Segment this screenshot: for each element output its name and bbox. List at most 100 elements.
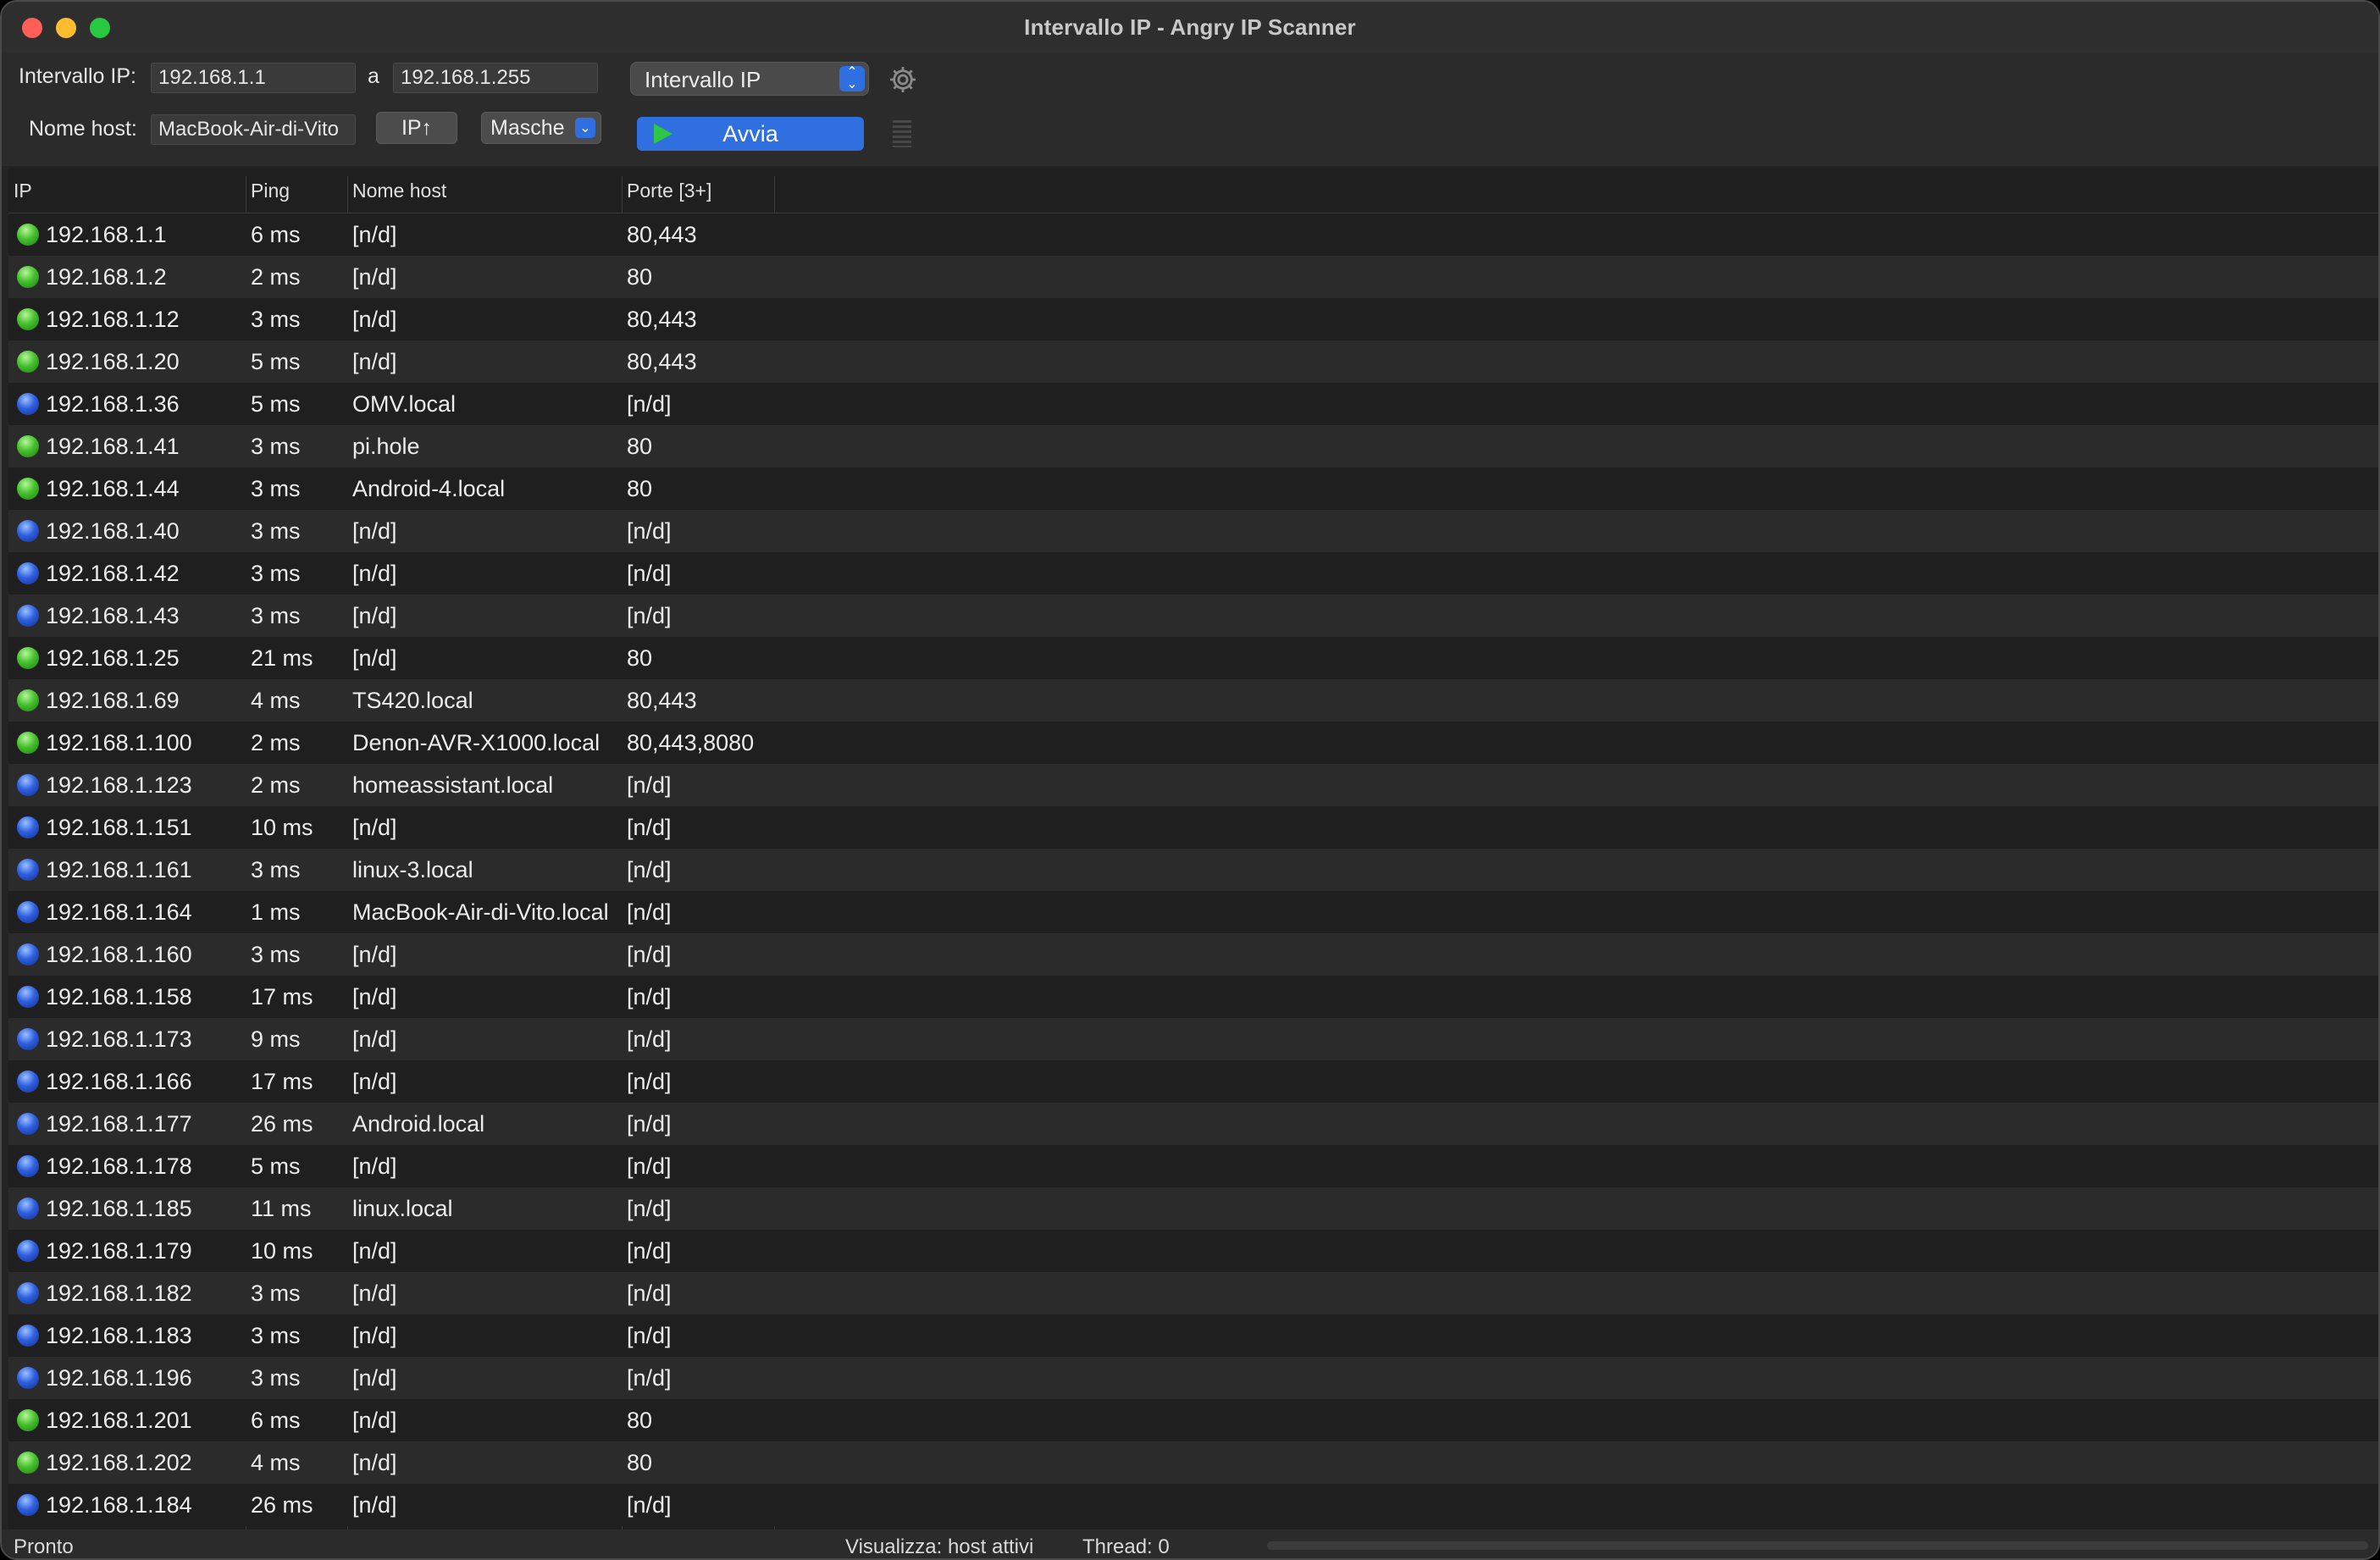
ping-cell: 6 ms xyxy=(251,222,301,247)
table-row[interactable]: 192.168.1.40 3 ms [n/d] [n/d] xyxy=(8,510,2378,552)
table-row[interactable]: 192.168.1.164 1 ms MacBook-Air-di-Vito.loc… xyxy=(8,891,2378,933)
table-row[interactable]: 192.168.1.184 26 ms [n/d] [n/d] xyxy=(8,1484,2378,1526)
table-row[interactable]: 192.168.1.151 10 ms [n/d] [n/d] xyxy=(8,806,2378,849)
ping-cell: 5 ms xyxy=(251,391,301,417)
start-ip-input[interactable] xyxy=(151,63,356,93)
hostname-input[interactable] xyxy=(151,114,356,145)
table-row[interactable]: 192.168.1.36 5 ms OMV.local [n/d] xyxy=(8,383,2378,425)
host-alive-icon xyxy=(17,1070,39,1093)
host-alive-icon xyxy=(17,605,39,627)
ping-cell: 9 ms xyxy=(251,1026,301,1052)
ip-up-button[interactable]: IP↑ xyxy=(376,112,457,144)
hostname-cell: [n/d] xyxy=(352,1408,397,1433)
table-row[interactable]: 192.168.1.166 17 ms [n/d] [n/d] xyxy=(8,1060,2378,1103)
table-row[interactable]: 192.168.1.42 3 ms [n/d] [n/d] xyxy=(8,552,2378,595)
host-open-ports-icon xyxy=(17,224,39,246)
table-row[interactable]: 192.168.1.69 4 ms TS420.local 80,443 xyxy=(8,679,2378,722)
ports-cell: 80 xyxy=(627,1408,653,1433)
ip-cell: 192.168.1.185 xyxy=(46,1196,192,1221)
table-row[interactable]: 192.168.1.179 10 ms [n/d] [n/d] xyxy=(8,1230,2378,1272)
ip-cell: 192.168.1.158 xyxy=(46,984,192,1010)
host-alive-icon xyxy=(17,520,39,542)
ping-cell: 5 ms xyxy=(251,349,301,374)
end-ip-input[interactable] xyxy=(393,63,598,93)
ip-cell: 192.168.1.100 xyxy=(46,730,192,755)
table-row[interactable]: 192.168.1.202 4 ms [n/d] 80 xyxy=(8,1441,2378,1484)
host-alive-icon xyxy=(17,859,39,881)
table-row[interactable]: 192.168.1.12 3 ms [n/d] 80,443 xyxy=(8,298,2378,340)
table-row[interactable]: 192.168.1.43 3 ms [n/d] [n/d] xyxy=(8,595,2378,637)
minimize-window-button[interactable] xyxy=(56,18,76,38)
ping-cell: 10 ms xyxy=(251,1238,313,1264)
ports-cell: 80,443,8080 xyxy=(627,730,755,755)
hostname-cell: Android-4.local xyxy=(352,476,506,501)
ping-cell: 1 ms xyxy=(251,899,301,925)
ports-cell: [n/d] xyxy=(627,1196,672,1221)
table-row[interactable]: 192.168.1.185 11 ms linux.local [n/d] xyxy=(8,1187,2378,1230)
start-button[interactable]: Avvia xyxy=(637,117,864,151)
hostname-cell: linux-3.local xyxy=(352,857,473,882)
table-row[interactable]: 192.168.1.182 3 ms [n/d] [n/d] xyxy=(8,1272,2378,1314)
host-alive-icon xyxy=(17,901,39,923)
ports-cell: [n/d] xyxy=(627,603,672,628)
column-header-ports[interactable]: Porte [3+] xyxy=(627,180,711,202)
column-header-ip[interactable]: IP xyxy=(14,180,32,202)
table-row[interactable]: 192.168.1.178 5 ms [n/d] [n/d] xyxy=(8,1145,2378,1187)
ports-cell: [n/d] xyxy=(627,1238,672,1264)
table-row[interactable]: 192.168.1.20 5 ms [n/d] 80,443 xyxy=(8,340,2378,383)
display-filter-text[interactable]: Visualizza: host attivi xyxy=(845,1535,1033,1558)
hostname-cell: TS420.local xyxy=(352,688,473,713)
host-alive-icon xyxy=(17,1028,39,1050)
ping-cell: 26 ms xyxy=(251,1111,313,1137)
status-text: Pronto xyxy=(14,1535,74,1558)
hostname-cell: [n/d] xyxy=(352,561,397,586)
window-controls xyxy=(22,18,110,38)
table-row[interactable]: 192.168.1.2 2 ms [n/d] 80 xyxy=(8,256,2378,298)
table-row[interactable]: 192.168.1.41 3 ms pi.hole 80 xyxy=(8,425,2378,467)
close-window-button[interactable] xyxy=(22,18,42,38)
zoom-window-button[interactable] xyxy=(90,18,110,38)
host-open-ports-icon xyxy=(17,689,39,711)
hostname-cell: [n/d] xyxy=(352,1450,397,1475)
host-alive-icon xyxy=(17,1240,39,1262)
host-open-ports-icon xyxy=(17,351,39,373)
table-row[interactable]: 192.168.1.1 6 ms [n/d] 80,443 xyxy=(8,213,2378,256)
table-row[interactable]: 192.168.1.160 3 ms [n/d] [n/d] xyxy=(8,933,2378,976)
table-row[interactable]: 192.168.1.196 3 ms [n/d] [n/d] xyxy=(8,1357,2378,1399)
table-row[interactable]: 192.168.1.25 21 ms [n/d] 80 xyxy=(8,637,2378,679)
hostname-cell: [n/d] xyxy=(352,222,397,247)
host-alive-icon xyxy=(17,1367,39,1389)
table-row[interactable]: 192.168.1.123 2 ms homeassistant.local [n/d… xyxy=(8,764,2378,806)
table-row[interactable]: 192.168.1.158 17 ms [n/d] [n/d] xyxy=(8,976,2378,1018)
feeder-select[interactable]: Intervallo IP ⌃ ⌄ xyxy=(630,62,869,96)
masks-dropdown[interactable]: Masche ⌄ xyxy=(481,112,601,144)
ip-cell: 192.168.1.151 xyxy=(46,815,192,840)
table-row[interactable]: 192.168.1.183 3 ms [n/d] [n/d] xyxy=(8,1314,2378,1357)
table-row[interactable]: 192.168.1.173 9 ms [n/d] [n/d] xyxy=(8,1018,2378,1060)
ip-cell: 192.168.1.123 xyxy=(46,772,192,798)
table-header: IP Ping Nome host Porte [3+] xyxy=(8,168,2378,213)
host-alive-icon xyxy=(17,1155,39,1177)
table-row[interactable]: 192.168.1.177 26 ms Android.local [n/d] xyxy=(8,1103,2378,1145)
host-alive-icon xyxy=(17,562,39,584)
ip-cell: 192.168.1.166 xyxy=(46,1069,192,1094)
table-row[interactable]: 192.168.1.44 3 ms Android-4.local 80 xyxy=(8,467,2378,510)
table-row[interactable]: 192.168.1.161 3 ms linux-3.local [n/d] xyxy=(8,849,2378,891)
gear-icon[interactable] xyxy=(887,64,919,96)
ports-cell: [n/d] xyxy=(627,1153,672,1179)
table-row[interactable]: 192.168.1.100 2 ms Denon-AVR-X1000.local 80… xyxy=(8,722,2378,764)
ip-cell: 192.168.1.177 xyxy=(46,1111,192,1137)
column-header-ping[interactable]: Ping xyxy=(251,180,290,202)
hostname-cell: MacBook-Air-di-Vito.local xyxy=(352,899,609,925)
column-header-hostname[interactable]: Nome host xyxy=(352,180,446,202)
hostname-cell: [n/d] xyxy=(352,264,397,290)
ping-cell: 3 ms xyxy=(251,1323,301,1348)
ip-cell: 192.168.1.12 xyxy=(46,307,180,332)
ports-cell: 80 xyxy=(627,1450,653,1475)
table-row[interactable]: 192.168.1.201 6 ms [n/d] 80 xyxy=(8,1399,2378,1441)
grip-handle[interactable] xyxy=(893,120,911,147)
ip-cell: 192.168.1.41 xyxy=(46,434,180,459)
play-icon xyxy=(654,124,672,144)
ports-cell: [n/d] xyxy=(627,1492,672,1518)
ports-cell: [n/d] xyxy=(627,984,672,1010)
